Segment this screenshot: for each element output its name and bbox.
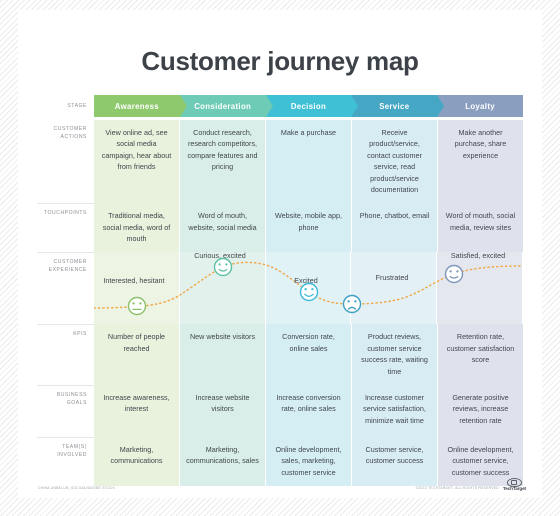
emoji-slight-smile-icon — [444, 265, 464, 284]
chevron-right-icon — [351, 95, 359, 117]
row-cells: Traditional media, social media, word of… — [94, 203, 523, 253]
row-label-teams-involved: Team(s) involved — [37, 436, 94, 486]
emoji-happy-icon — [299, 283, 319, 302]
chevron-right-icon — [265, 95, 273, 117]
row-label-customer-actions: Customer actions — [53, 126, 87, 140]
table-cell: View online ad, see social media campaig… — [94, 120, 180, 204]
table-cell: Marketing, communications, sales — [180, 436, 266, 486]
stage-header-awareness[interactable]: Awareness — [94, 95, 187, 117]
row-customer-experience: Customer experience — [37, 251, 523, 325]
techtarget-mark-icon — [506, 477, 522, 487]
stage-header-row: Stage Awareness Consideration Decision — [37, 95, 523, 117]
experience-plot: Interested, hesitant Curious, excited Ex… — [94, 251, 523, 325]
row-cells: Number of people reached New website vis… — [94, 324, 523, 385]
row-cells: View online ad, see social media campaig… — [94, 120, 523, 204]
row-cells: Increase awareness, interest Increase we… — [94, 384, 523, 437]
table-cell: Receive product/service, contact custome… — [352, 120, 438, 204]
row-label-touchpoints: Touchpoints — [37, 203, 94, 252]
stage-header-decision[interactable]: Decision — [265, 95, 359, 117]
techtarget-logo: TechTarget — [502, 477, 526, 492]
image-credit: China Unbelun_ico.gau/adobe stock — [38, 486, 116, 490]
table-cell: Number of people reached — [94, 324, 180, 385]
table-cell: Word of mouth, website, social media — [180, 203, 266, 253]
emoji-sad-icon — [342, 295, 362, 314]
emoji-slight-smile-icon — [213, 258, 233, 277]
table-cell: Website, mobile app, phone — [266, 203, 352, 253]
footer-brand: ©2022 TechTarget, all rights reserved Te… — [415, 477, 526, 492]
row-label-stage: Stage — [67, 103, 87, 109]
copyright-text: ©2022 TechTarget, all rights reserved — [415, 486, 499, 490]
journey-map-grid: Stage Awareness Consideration Decision — [37, 95, 523, 486]
stage-chevrons: Awareness Consideration Decision Service… — [94, 95, 523, 117]
table-cell: Conduct research, research competitors, … — [180, 120, 266, 204]
table-cell: Make another purchase, share experience — [438, 120, 523, 204]
row-customer-actions: Customer actions View online ad, see soc… — [37, 120, 523, 204]
page-title: Customer journey map — [141, 46, 419, 76]
stage-header-loyalty[interactable]: Loyalty — [437, 95, 523, 117]
techtarget-wordmark: TechTarget — [502, 486, 526, 492]
table-cell: Generate positive reviews, increase rete… — [438, 384, 523, 437]
stage-header-consideration[interactable]: Consideration — [179, 95, 273, 117]
table-cell: Word of mouth, social media, review site… — [438, 203, 523, 253]
row-business-goals: Business goals Increase awareness, inter… — [37, 384, 523, 437]
stage-header-service[interactable]: Service — [351, 95, 445, 117]
table-cell: Conversion rate, online sales — [266, 324, 352, 385]
table-cell: Phone, chatbot, email — [352, 203, 438, 253]
stage-label: Loyalty — [465, 101, 495, 111]
table-cell: Marketing, communications — [94, 436, 180, 486]
row-label-business-goals: Business goals — [37, 384, 94, 437]
table-cell: Make a purchase — [266, 120, 352, 204]
row-label-customer-experience: Customer experience — [37, 252, 94, 324]
table-cell: Product reviews, customer service succes… — [352, 324, 438, 385]
table-cell: Increase customer service satisfaction, … — [352, 384, 438, 437]
row-kpis: KPIs Number of people reached New websit… — [37, 324, 523, 385]
chevron-right-icon — [437, 95, 445, 117]
table-cell: New website visitors — [180, 324, 266, 385]
stage-label: Service — [379, 101, 410, 111]
stage-label: Consideration — [194, 101, 252, 111]
table-cell: Increase website visitors — [180, 384, 266, 437]
row-label-kpis: KPIs — [37, 324, 94, 385]
chevron-right-icon — [179, 95, 187, 117]
table-cell: Traditional media, social media, word of… — [94, 203, 180, 253]
row-touchpoints: Touchpoints Traditional media, social me… — [37, 203, 523, 253]
stage-label: Awareness — [114, 101, 159, 111]
table-cell: Increase conversion rate, online sales — [266, 384, 352, 437]
table-cell: Increase awareness, interest — [94, 384, 180, 437]
experience-faces — [127, 258, 464, 316]
table-cell: Online development, sales, marketing, cu… — [266, 436, 352, 486]
emoji-neutral-icon — [127, 297, 147, 316]
stage-label: Decision — [290, 101, 327, 111]
table-cell: Retention rate, customer satisfaction sc… — [438, 324, 523, 385]
journey-map-card: Customer journey map Stage Awareness Con… — [18, 10, 542, 498]
